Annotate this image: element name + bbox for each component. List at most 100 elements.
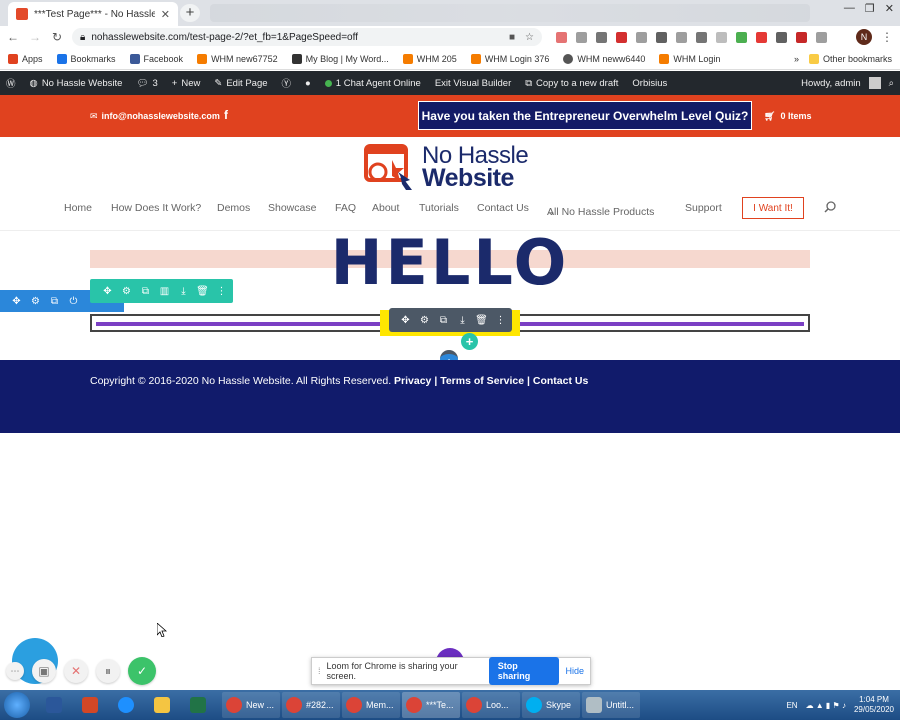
footer-contact-link[interactable]: Contact Us: [533, 375, 588, 387]
extension-icon[interactable]: [696, 31, 707, 43]
taskbar-paint[interactable]: Untitl...: [582, 692, 640, 718]
taskbar-explorer[interactable]: [150, 692, 184, 718]
search-icon[interactable]: ⌕: [889, 78, 894, 89]
bookmark-whm[interactable]: WHM Login: [659, 53, 720, 64]
duplicate-icon[interactable]: ⧉: [139, 285, 152, 298]
drag-handle-icon[interactable]: ⁞: [318, 666, 321, 676]
bookmark-whm[interactable]: WHM neww6440: [563, 53, 645, 64]
add-module-button[interactable]: +: [461, 333, 478, 350]
address-bar[interactable]: 🔒︎ nohasslewebsite.com/test-page-2/?et_f…: [72, 28, 542, 46]
star-icon[interactable]: ☆: [525, 32, 534, 43]
nav-item-home[interactable]: Home: [64, 202, 92, 214]
extension-icon[interactable]: [716, 31, 727, 43]
wp-copy-draft[interactable]: ⧉ Copy to a new draft: [525, 78, 618, 89]
cart-link[interactable]: 🛒︎ 0 Items: [764, 111, 811, 122]
taskbar-ie[interactable]: [114, 692, 148, 718]
footer-privacy-link[interactable]: Privacy: [394, 375, 431, 387]
new-tab-button[interactable]: +: [180, 4, 200, 22]
move-icon[interactable]: ✥: [101, 285, 114, 298]
extension-icon[interactable]: [816, 31, 827, 43]
menu-icon[interactable]: ⋮: [880, 30, 894, 44]
facebook-icon[interactable]: f: [224, 108, 228, 122]
more-icon[interactable]: ⋮: [494, 314, 507, 327]
stop-sharing-button[interactable]: Stop sharing: [488, 657, 560, 685]
camera-toggle-icon[interactable]: ▣: [32, 659, 56, 683]
wp-logo-icon[interactable]: Ⓦ: [6, 76, 16, 90]
wp-site-link[interactable]: ◍ No Hassle Website: [30, 78, 123, 89]
wp-edit-page[interactable]: ✎ Edit Page: [214, 78, 267, 89]
nav-item-tutorials[interactable]: Tutorials: [419, 202, 459, 214]
gear-icon[interactable]: ⚙: [29, 295, 42, 308]
close-tab-icon[interactable]: ✕: [161, 8, 170, 21]
taskbar-powerpoint[interactable]: [78, 692, 112, 718]
maximize-icon[interactable]: ❐: [865, 2, 875, 15]
bookmark-bookmarks[interactable]: Bookmarks: [56, 53, 116, 64]
move-icon[interactable]: ✥: [10, 295, 23, 308]
extension-icon[interactable]: [776, 31, 787, 43]
columns-icon[interactable]: ▥: [158, 285, 171, 298]
taskbar-skype[interactable]: Skype: [522, 692, 580, 718]
bookmark-facebook[interactable]: Facebook: [129, 53, 183, 64]
taskbar-excel[interactable]: [186, 692, 220, 718]
more-bookmarks-icon[interactable]: »: [794, 54, 799, 64]
nav-item-demos[interactable]: Demos: [217, 202, 250, 214]
bookmark-whm[interactable]: WHM 205: [402, 53, 457, 64]
i-want-it-button[interactable]: I Want It!: [742, 197, 804, 219]
nav-item-support[interactable]: Support: [685, 202, 722, 214]
other-bookmarks[interactable]: Other bookmarks: [808, 53, 892, 64]
move-icon[interactable]: ✥: [399, 314, 412, 327]
howdy-user[interactable]: Howdy, admin: [801, 78, 861, 89]
wp-orbisius[interactable]: Orbisius: [632, 78, 667, 89]
trash-icon[interactable]: 🗑︎: [475, 314, 488, 327]
wp-comments[interactable]: 💬︎ 3: [136, 78, 157, 89]
user-avatar[interactable]: [868, 77, 881, 89]
extension-icon[interactable]: [736, 31, 747, 43]
save-icon[interactable]: ⤓: [177, 285, 190, 298]
pause-icon[interactable]: ⏸: [96, 659, 120, 683]
wp-new[interactable]: + New: [172, 78, 201, 89]
taskbar-chrome-window[interactable]: Loo...: [462, 692, 520, 718]
extension-icon[interactable]: [676, 31, 687, 43]
minimize-icon[interactable]: —: [844, 2, 855, 15]
footer-terms-link[interactable]: Terms of Service: [440, 375, 524, 387]
taskbar-chrome-window[interactable]: Mem...: [342, 692, 400, 718]
bookmark-apps[interactable]: Apps: [8, 53, 43, 64]
site-logo[interactable]: No Hassle Website: [362, 142, 552, 194]
language-indicator[interactable]: EN: [786, 701, 797, 710]
camera-icon[interactable]: ■: [509, 32, 515, 43]
bookmark-blog[interactable]: My Blog | My Word...: [291, 53, 389, 64]
taskbar-chrome-window[interactable]: New ...: [222, 692, 280, 718]
nav-item-contact[interactable]: Contact Us: [477, 202, 529, 214]
quiz-button[interactable]: Have you taken the Entrepreneur Overwhel…: [418, 101, 752, 130]
extension-icon[interactable]: [596, 31, 607, 43]
power-icon[interactable]: ⏻: [67, 295, 80, 308]
bookmark-whm[interactable]: WHM Login 376: [470, 53, 549, 64]
tray-icons[interactable]: ☁ ▲ ▮ ⚑ ♪: [806, 701, 846, 710]
extension-icon[interactable]: [756, 31, 767, 43]
extension-icon[interactable]: [636, 31, 647, 43]
search-icon[interactable]: [824, 201, 836, 213]
loom-more-icon[interactable]: ⋯: [6, 662, 24, 680]
nav-item-faq[interactable]: FAQ: [335, 202, 356, 214]
nav-item-about[interactable]: About: [372, 202, 399, 214]
extension-icon[interactable]: [656, 31, 667, 43]
start-button[interactable]: [4, 692, 30, 718]
wp-chat-status[interactable]: 1 Chat Agent Online: [324, 78, 421, 89]
finish-recording-icon[interactable]: ✓: [128, 657, 156, 685]
nav-item-how-it-works[interactable]: How Does It Work?: [111, 202, 201, 214]
taskbar-chrome-window[interactable]: ***Te...: [402, 692, 460, 718]
cancel-recording-icon[interactable]: ✕: [64, 659, 88, 683]
extension-icon[interactable]: [796, 31, 807, 43]
duplicate-icon[interactable]: ⧉: [437, 314, 450, 327]
nav-item-showcase[interactable]: Showcase: [268, 202, 316, 214]
clock[interactable]: 1:04 PM 29/05/2020: [854, 695, 894, 715]
taskbar-word[interactable]: [42, 692, 76, 718]
yoast-icon[interactable]: Ⓨ: [282, 76, 292, 90]
trash-icon[interactable]: 🗑︎: [196, 285, 209, 298]
profile-avatar[interactable]: N: [856, 29, 872, 45]
extension-icon[interactable]: [556, 31, 567, 43]
extension-icon[interactable]: [616, 31, 627, 43]
contact-email[interactable]: ✉ info@nohasslewebsite.com: [90, 111, 220, 122]
extension-icon[interactable]: [576, 31, 587, 43]
back-icon[interactable]: ←: [6, 30, 20, 44]
